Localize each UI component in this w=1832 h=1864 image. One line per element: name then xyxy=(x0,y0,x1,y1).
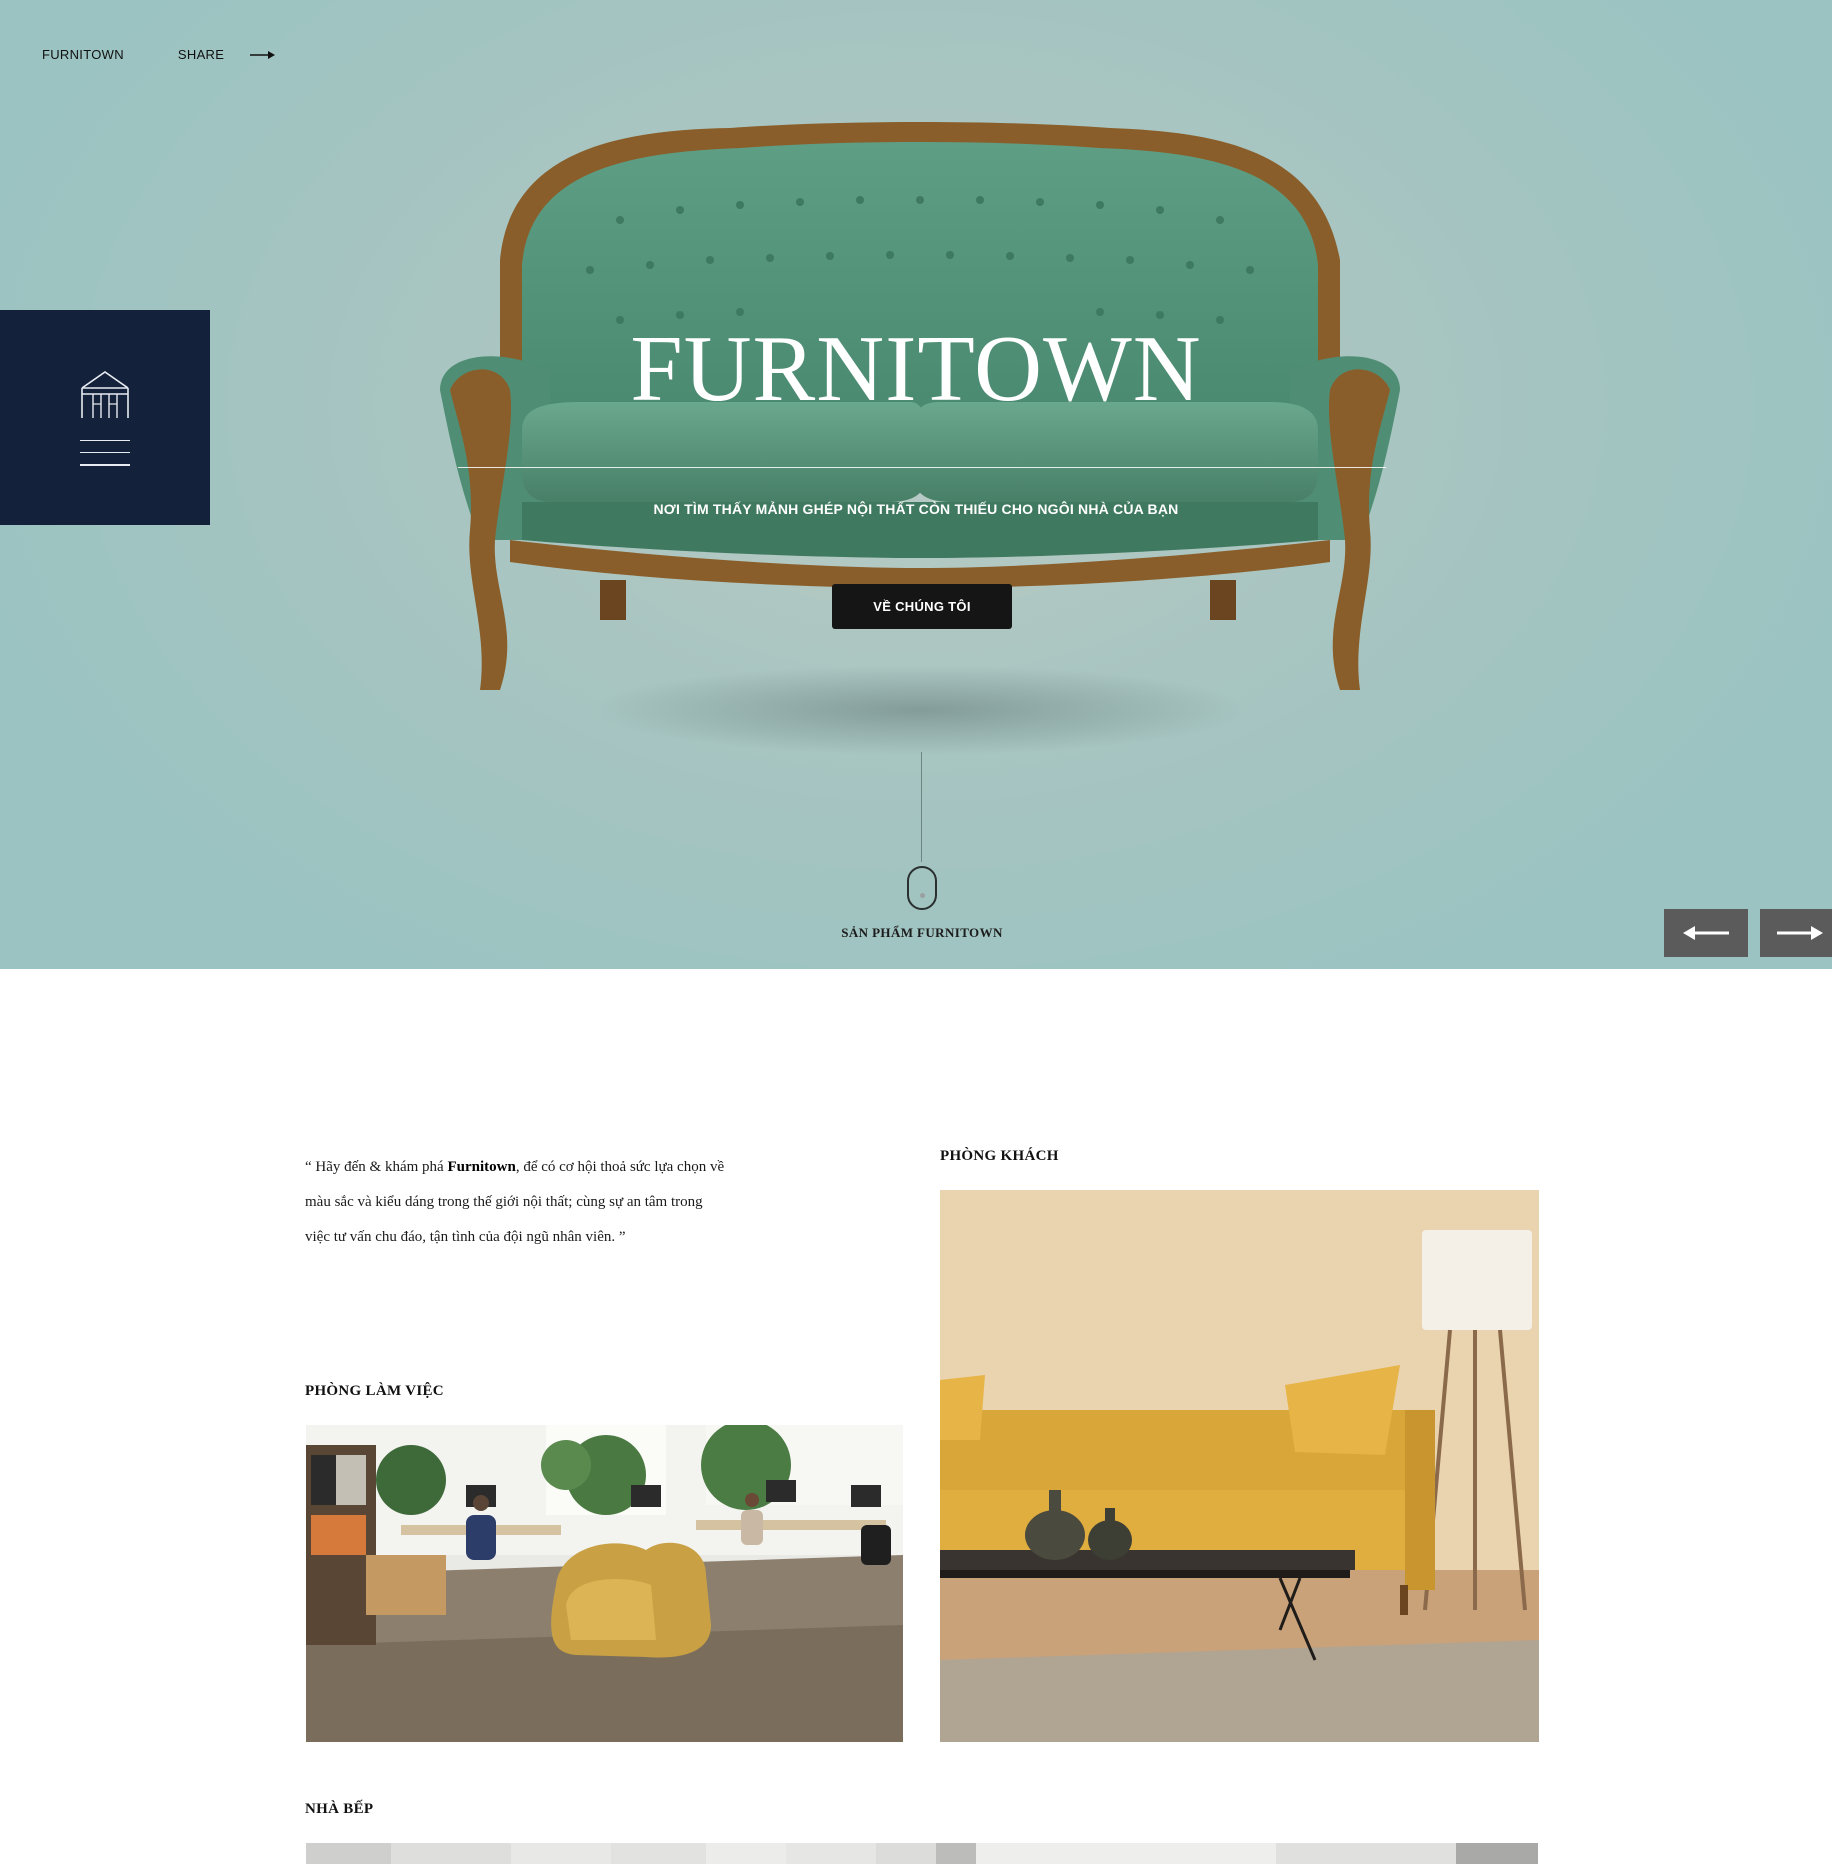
kitchen-title[interactable]: NHÀ BẾP xyxy=(305,1801,373,1818)
scroll-label[interactable]: SẢN PHẨM FURNITOWN xyxy=(0,925,1832,941)
share-label: SHARE xyxy=(177,47,225,62)
arrow-right-icon xyxy=(250,50,276,59)
arrow-right-icon xyxy=(1777,926,1823,940)
about-us-button[interactable]: VỀ CHÚNG TÔI xyxy=(832,584,1012,629)
hero-section: FURNITOWN SHARE FURNITOWN NƠI TÌM THẤY M… xyxy=(0,0,1832,969)
intro-quote: “ Hãy đến & khám phá Furnitown, để có cơ… xyxy=(305,1150,725,1255)
sofa-image xyxy=(440,122,1400,755)
living-room-title[interactable]: PHÒNG KHÁCH xyxy=(940,1148,1059,1165)
share-link[interactable]: SHARE xyxy=(177,47,276,62)
top-bar: FURNITOWN SHARE xyxy=(42,47,276,62)
hero-subtitle: NƠI TÌM THẤY MẢNH GHÉP NỘI THẤT CÒN THIẾ… xyxy=(653,501,1179,517)
mouse-icon[interactable] xyxy=(907,866,937,910)
hero-divider xyxy=(458,467,1386,468)
brand-link[interactable]: FURNITOWN xyxy=(42,47,124,62)
prev-slide-button[interactable] xyxy=(1664,909,1748,957)
arrow-left-icon xyxy=(1683,926,1729,940)
intro-quote-open: “ Hãy đến & khám phá xyxy=(305,1159,448,1175)
kitchen-image[interactable] xyxy=(306,1843,1538,1864)
office-image[interactable] xyxy=(306,1425,903,1742)
office-title[interactable]: PHÒNG LÀM VIỆC xyxy=(305,1383,444,1400)
living-room-image[interactable] xyxy=(940,1190,1539,1742)
hamburger-icon xyxy=(80,439,130,466)
scroll-line xyxy=(921,752,922,862)
intro-brand: Furnitown xyxy=(447,1159,516,1175)
next-slide-button[interactable] xyxy=(1760,909,1832,957)
hero-title: FURNITOWN xyxy=(630,317,1202,421)
